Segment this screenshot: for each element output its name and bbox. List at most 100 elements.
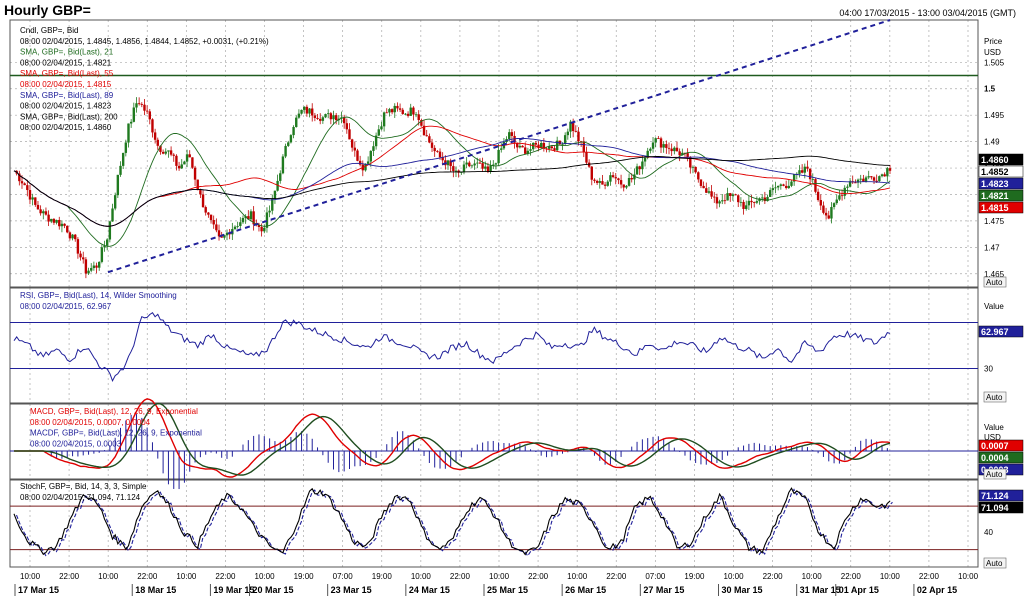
rsi-panel[interactable]: 30 — [10, 312, 993, 383]
rsi-tick: 30 — [984, 365, 993, 374]
candle-body — [95, 265, 98, 268]
candle-body — [617, 178, 620, 181]
candle-body — [23, 183, 26, 186]
candle-body — [63, 223, 66, 226]
candle-body — [185, 154, 189, 162]
candle-body — [271, 198, 274, 211]
time-tick: 07:00 — [645, 572, 666, 581]
candle-body — [55, 219, 58, 223]
candle-body — [58, 219, 61, 227]
candle-body — [135, 103, 138, 108]
candle-body — [577, 131, 580, 142]
candle-body — [702, 185, 705, 189]
candle-body — [281, 156, 285, 174]
candle-body — [137, 103, 141, 105]
candle-body — [561, 143, 564, 145]
candle-body — [199, 190, 202, 195]
legend-line: 08:00 02/04/2015, 0.0003 — [30, 439, 122, 448]
candle-body — [864, 177, 868, 182]
candle-body — [880, 174, 884, 177]
candle-body — [31, 197, 34, 200]
candle-body — [697, 172, 700, 180]
candle-body — [590, 166, 593, 180]
sma-200-line — [13, 155, 891, 227]
candle-body — [462, 164, 466, 173]
candle-body — [753, 202, 756, 203]
price-tick: 1.47 — [984, 243, 1000, 252]
price-legend: Cndl, GBP=, Bid 08:00 02/04/2015, 1.4845,… — [20, 26, 269, 132]
candle-body — [348, 129, 351, 140]
candle-body — [481, 163, 484, 169]
legend-line: 08:00 02/04/2015, 1.4845, 1.4856, 1.4844… — [20, 37, 269, 46]
value-tag-label: 71.094 — [981, 503, 1009, 513]
candle-body — [414, 114, 418, 116]
candle-body — [372, 146, 375, 151]
candle-body — [279, 173, 282, 181]
candle-body — [153, 132, 157, 140]
candle-body — [321, 117, 325, 121]
sma-21-line — [13, 116, 891, 247]
rsi-unit-title: Value — [984, 302, 1004, 311]
chart-canvas[interactable]: Cndl, GBP=, Bid 08:00 02/04/2015, 1.4845,… — [0, 0, 1024, 610]
time-tick: 22:00 — [137, 572, 158, 581]
candle-body — [667, 147, 671, 149]
candle-body — [582, 141, 585, 153]
candle-body — [129, 121, 133, 124]
candle-body — [745, 205, 748, 209]
time-tick: 19:00 — [684, 572, 705, 581]
candle-body — [619, 180, 623, 185]
candle-body — [497, 149, 500, 164]
candle-body — [819, 200, 822, 206]
candle-body — [454, 170, 458, 172]
candle-body — [731, 194, 735, 196]
value-tag-label: 1.4852 — [981, 167, 1009, 177]
candle-body — [651, 142, 655, 149]
candle-body — [563, 135, 567, 144]
candle-body — [60, 223, 64, 227]
candle-body — [654, 138, 657, 143]
candle-body — [196, 179, 199, 191]
candle-body — [710, 191, 713, 197]
time-axis[interactable]: 10:00 22:00 10:00 22:00 10:00 22:00 10:00 19:00… — [10, 566, 979, 596]
candle-body — [611, 175, 615, 178]
candle-body — [737, 195, 740, 203]
candle-body — [489, 165, 492, 172]
candle-body — [156, 139, 159, 146]
value-tag-label: 71.124 — [981, 491, 1009, 501]
candle-body — [649, 148, 652, 151]
candle-body — [308, 108, 311, 114]
candle-body — [268, 210, 271, 213]
candle-body — [478, 162, 482, 164]
candle-body — [550, 146, 554, 149]
candles — [15, 97, 892, 279]
candle-body — [800, 170, 804, 173]
stoch-panel[interactable]: 40 — [10, 487, 993, 557]
candle-body — [313, 115, 317, 118]
candle-body — [742, 201, 745, 209]
candle-body — [699, 179, 703, 186]
candle-body — [534, 142, 538, 145]
candle-body — [723, 200, 727, 202]
candle-body — [82, 257, 85, 260]
candle-body — [287, 142, 290, 146]
legend-line: RSI, GBP=, Bid(Last), 14, Wilder Smoothi… — [20, 291, 177, 300]
candle-body — [510, 132, 514, 136]
price-panel[interactable] — [10, 19, 978, 279]
candle-body — [273, 190, 277, 199]
candle-body — [430, 142, 434, 148]
candle-body — [108, 221, 112, 240]
candle-body — [79, 253, 82, 258]
candle-body — [553, 148, 556, 151]
candle-body — [830, 207, 833, 219]
candle-body — [239, 222, 242, 226]
candle-body — [627, 178, 631, 186]
candle-body — [76, 239, 80, 254]
candle-body — [236, 225, 239, 227]
candle-body — [662, 144, 665, 148]
candle-body — [311, 108, 314, 116]
candle-body — [835, 199, 838, 204]
value-tag-label: 1.4860 — [981, 155, 1009, 165]
auto-button-label: Auto — [986, 559, 1003, 568]
candle-body — [750, 200, 753, 203]
legend-line: MACD, GBP=, Bid(Last), 12, 26, 9, Expone… — [30, 407, 198, 416]
